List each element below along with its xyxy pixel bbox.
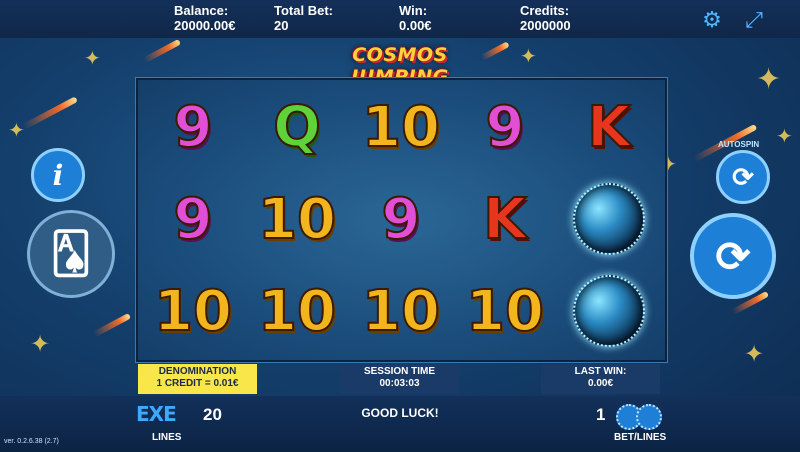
symbol-ten: 10 — [361, 278, 441, 345]
reel-cell: 9 — [455, 83, 555, 171]
star-decoration: ✦ — [8, 120, 25, 142]
reel-cell: K — [455, 175, 555, 263]
session-time-label: SESSION TIME — [363, 366, 436, 377]
symbol-ten: 10 — [361, 94, 441, 161]
last-win-panel: LAST WIN: 0.00€ — [541, 364, 660, 394]
star-decoration: ✦ — [776, 126, 793, 148]
bet-count: 1 — [596, 405, 606, 424]
reel-cell: Q — [247, 83, 347, 171]
top-bar: Balance: 20000.00€ Total Bet: 20 Win: 0.… — [0, 0, 800, 38]
star-decoration: ✦ — [744, 341, 765, 368]
symbol-ten: 10 — [257, 186, 337, 253]
reel-cell: K — [559, 83, 659, 171]
reel-grid: 9 9 10 Q 10 10 10 9 10 9 K 10 K — [136, 78, 667, 362]
credits-stat: Credits: 2000000 — [520, 3, 571, 33]
reel-cell: 10 — [455, 267, 555, 355]
info-button[interactable]: i — [31, 148, 85, 202]
credits-value: 2000000 — [520, 18, 571, 33]
comet-decoration — [142, 38, 182, 64]
star-decoration: ✦ — [756, 63, 782, 96]
refresh-icon: ⟳ — [715, 232, 751, 280]
denomination-value: 1 CREDIT = 0.01€ — [156, 378, 239, 389]
symbol-nine: 9 — [173, 186, 214, 253]
symbol-nine: 9 — [485, 94, 526, 161]
total-bet-label: Total Bet: — [274, 3, 333, 18]
reel-cell: 10 — [351, 83, 451, 171]
reel-cell: 9 — [143, 83, 243, 171]
lines-label: LINES — [152, 432, 182, 443]
version-label: ver. 0.2.6.38 (2.7) — [4, 438, 59, 445]
symbol-king: K — [482, 186, 527, 253]
reel-cell: 9 — [143, 175, 243, 263]
symbol-ten: 10 — [257, 278, 337, 345]
gear-icon[interactable]: ⚙ — [700, 8, 724, 32]
lines-logo[interactable]: EXE — [136, 402, 177, 426]
status-message: GOOD LUCK! — [361, 406, 439, 420]
denomination-panel[interactable]: DENOMINATION 1 CREDIT = 0.01€ — [138, 364, 257, 394]
comet-decoration — [22, 96, 78, 130]
balance-value: 20000.00€ — [174, 18, 236, 33]
bet-lines-label: BET/LINES — [614, 432, 667, 443]
bet-coins-button[interactable] — [616, 404, 662, 430]
win-label: Win: — [399, 3, 428, 18]
autospin-label: AUTOSPIN — [718, 140, 760, 149]
symbol-queen: Q — [272, 94, 322, 161]
reel-cell: 10 — [247, 175, 347, 263]
balance-label: Balance: — [174, 3, 229, 18]
gamble-button[interactable]: 🂡 — [27, 210, 115, 298]
symbol-ten: 10 — [153, 278, 233, 345]
autospin-button[interactable]: ⟳ — [716, 150, 770, 204]
refresh-icon: ⟳ — [732, 161, 754, 192]
reel-cell — [559, 175, 659, 263]
win-stat: Win: 0.00€ — [399, 3, 432, 33]
cards-icon: 🂡 — [50, 232, 92, 276]
balance-stat: Balance: 20000.00€ — [174, 3, 235, 33]
session-time-panel: SESSION TIME 00:03:03 — [340, 364, 459, 394]
comet-decoration — [92, 312, 132, 338]
last-win-label: LAST WIN: — [574, 366, 627, 377]
symbol-king: K — [586, 94, 631, 161]
total-bet-stat: Total Bet: 20 — [274, 3, 333, 33]
win-value: 0.00€ — [399, 18, 432, 33]
credits-label: Credits: — [520, 3, 570, 18]
reel-cell: 10 — [143, 267, 243, 355]
star-decoration: ✦ — [520, 46, 537, 68]
symbol-ten: 10 — [465, 278, 545, 345]
star-decoration: ✦ — [30, 331, 51, 358]
star-decoration: ✦ — [84, 48, 101, 70]
denomination-label: DENOMINATION — [158, 366, 237, 377]
fullscreen-icon[interactable]: ⤢ — [742, 8, 766, 32]
symbol-planet — [573, 275, 645, 347]
game-logo: COSMOS JUMPING — [351, 44, 449, 88]
bottom-bar — [0, 396, 800, 452]
spin-button[interactable]: ⟳ — [690, 213, 776, 299]
symbol-nine: 9 — [173, 94, 214, 161]
reel-cell — [559, 267, 659, 355]
lines-count: 20 — [203, 405, 222, 424]
coin-icon — [636, 404, 662, 430]
last-win-value: 0.00€ — [587, 378, 614, 389]
reel-cell: 10 — [247, 267, 347, 355]
info-icon: i — [52, 158, 64, 192]
session-time-value: 00:03:03 — [379, 378, 420, 389]
total-bet-value: 20 — [274, 18, 289, 33]
symbol-planet — [573, 183, 645, 255]
reel-cell: 10 — [351, 267, 451, 355]
symbol-nine: 9 — [381, 186, 422, 253]
reel-cell: 9 — [351, 175, 451, 263]
